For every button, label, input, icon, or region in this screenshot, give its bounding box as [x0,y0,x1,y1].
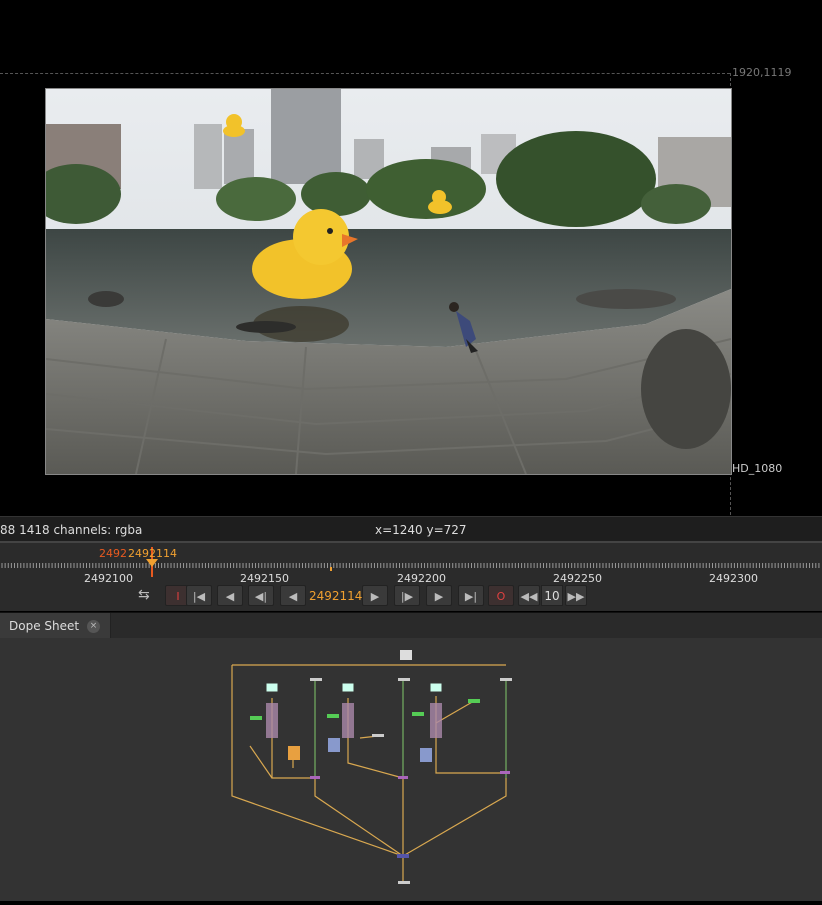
panel-tab-bar: Dope Sheet × [0,612,822,639]
play-forward-button[interactable]: ▶ [362,585,388,606]
tab-dope-sheet[interactable]: Dope Sheet × [0,613,111,639]
timeline-ruler[interactable]: 2492 2492114 2492100 2492150 2492200 249… [0,541,822,585]
prev-key-icon: ◀| [254,590,268,603]
channels-info: 88 1418 channels: rgba [0,523,143,537]
next-increment-button[interactable]: ▶ [426,585,452,606]
read-node[interactable] [265,682,279,693]
playback-controls: ⇆ I |◀ ◀ ◀| ◀ 2492114 ▶ |▶ ▶ ▶| O ◀◀ 10 … [0,583,822,611]
merge-node[interactable] [398,776,408,779]
fast-forward-icon: ▶▶ [567,590,585,603]
viewer-image[interactable] [45,88,732,475]
merge-node[interactable] [500,771,510,774]
skip-to-start-icon: |◀ [192,590,206,603]
frame-marker-current: 2492114 [128,547,177,560]
format-guide-horizontal [0,73,730,74]
node-stack[interactable] [342,703,354,738]
read-node[interactable] [341,682,355,693]
merge-node[interactable] [397,854,409,858]
next-key-icon: |▶ [400,590,414,603]
roto-node[interactable] [468,699,480,703]
roto-node[interactable] [412,712,424,716]
rewind-button[interactable]: ◀◀ [518,585,540,606]
grade-node[interactable] [288,746,300,760]
node[interactable] [372,734,384,737]
loop-mode-icon[interactable]: ⇆ [138,587,150,603]
set-out-point-button[interactable]: O [488,585,514,606]
play-forward-icon: ▶ [370,590,380,603]
roto-node[interactable] [250,716,262,720]
merge-node[interactable] [310,776,320,779]
node-stack[interactable] [266,703,278,738]
node[interactable] [500,678,512,681]
current-frame-field[interactable]: 2492114 [309,589,362,603]
last-frame-button[interactable]: ▶| [458,585,484,606]
close-icon[interactable]: × [87,620,100,633]
viewer-info-bar: 88 1418 channels: rgba x=1240 y=727 [0,516,822,542]
node[interactable] [310,678,322,681]
fast-forward-button[interactable]: ▶▶ [565,585,587,606]
prev-increment-button[interactable]: ◀ [217,585,243,606]
playhead-handle-icon[interactable] [146,559,158,567]
frame-marker-left: 2492 [99,547,127,560]
node[interactable] [398,678,410,681]
frame-increment-field[interactable]: 10 [541,585,563,606]
read-node[interactable] [429,682,443,693]
cursor-coordinates: x=1240 y=727 [375,523,467,537]
viewer-node[interactable] [400,650,412,660]
duck-scene-image [46,89,731,474]
prev-keyframe-button[interactable]: ◀| [248,585,274,606]
play-backward-icon: ◀ [288,590,298,603]
rewind-icon: ◀◀ [520,590,538,603]
write-node[interactable] [398,881,410,884]
format-size-label: 1920,1119 [732,66,792,79]
step-back-increment-icon: ◀ [225,590,235,603]
tab-label: Dope Sheet [9,619,80,633]
node-stack[interactable] [430,703,442,738]
format-name-label: HD_1080 [732,462,783,475]
node-graph[interactable] [0,638,822,901]
step-forward-increment-icon: ▶ [434,590,444,603]
node-stack[interactable] [328,738,340,752]
first-frame-button[interactable]: |◀ [186,585,212,606]
next-keyframe-button[interactable]: |▶ [394,585,420,606]
node-wires [231,664,507,883]
skip-to-end-icon: ▶| [464,590,478,603]
viewer-panel[interactable]: 1920,1119 HD_1080 [0,0,822,516]
roto-node[interactable] [327,714,339,718]
node-stack[interactable] [420,748,432,762]
play-backward-button[interactable]: ◀ [280,585,306,606]
node-graph-area[interactable] [0,638,822,901]
